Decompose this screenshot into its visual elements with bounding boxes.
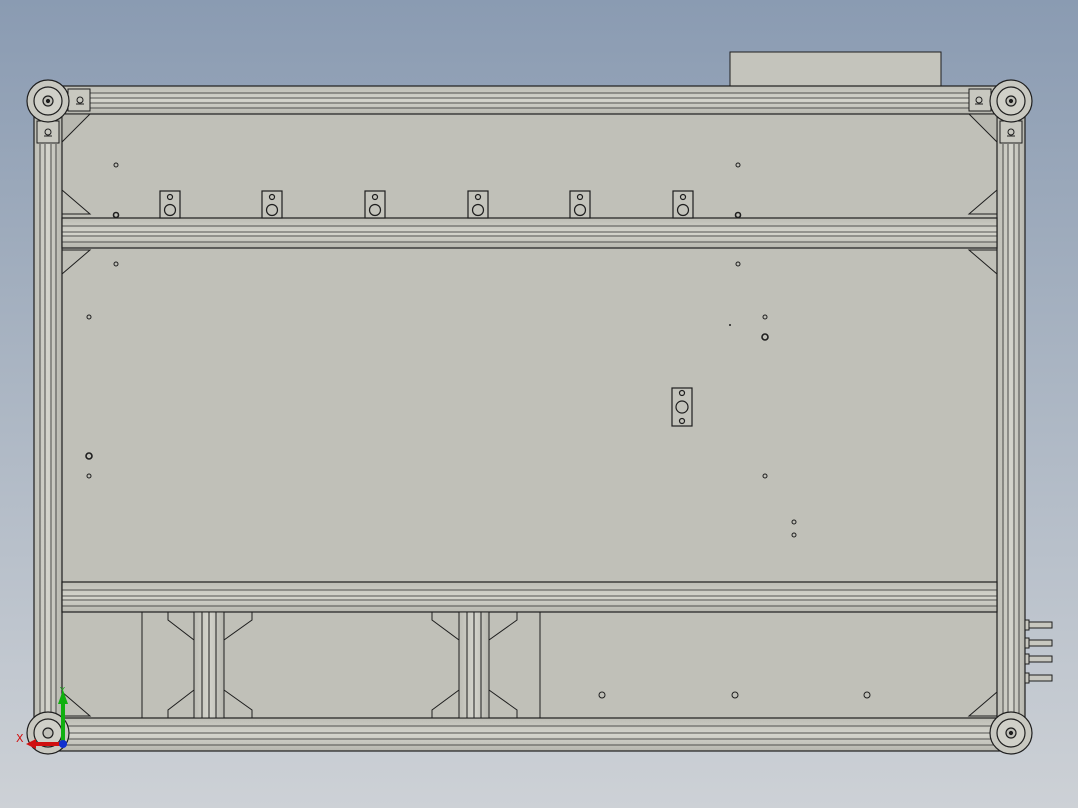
bottom-profile[interactable] <box>47 717 1011 752</box>
y-axis-label: Y <box>60 686 65 695</box>
side-bolts <box>1024 619 1053 684</box>
z-axis-dot-icon <box>59 740 67 748</box>
x-axis-label: X <box>16 732 24 745</box>
left-profile[interactable] <box>33 113 63 719</box>
cad-viewport[interactable]: X Y <box>0 0 1078 808</box>
right-profile[interactable] <box>996 113 1026 719</box>
upper-crossbar[interactable] <box>61 217 998 249</box>
frame-drawing[interactable] <box>0 0 1078 808</box>
top-profile[interactable] <box>47 85 1011 115</box>
top-enclosure-box[interactable] <box>729 51 942 87</box>
lower-crossbar[interactable] <box>61 581 998 613</box>
